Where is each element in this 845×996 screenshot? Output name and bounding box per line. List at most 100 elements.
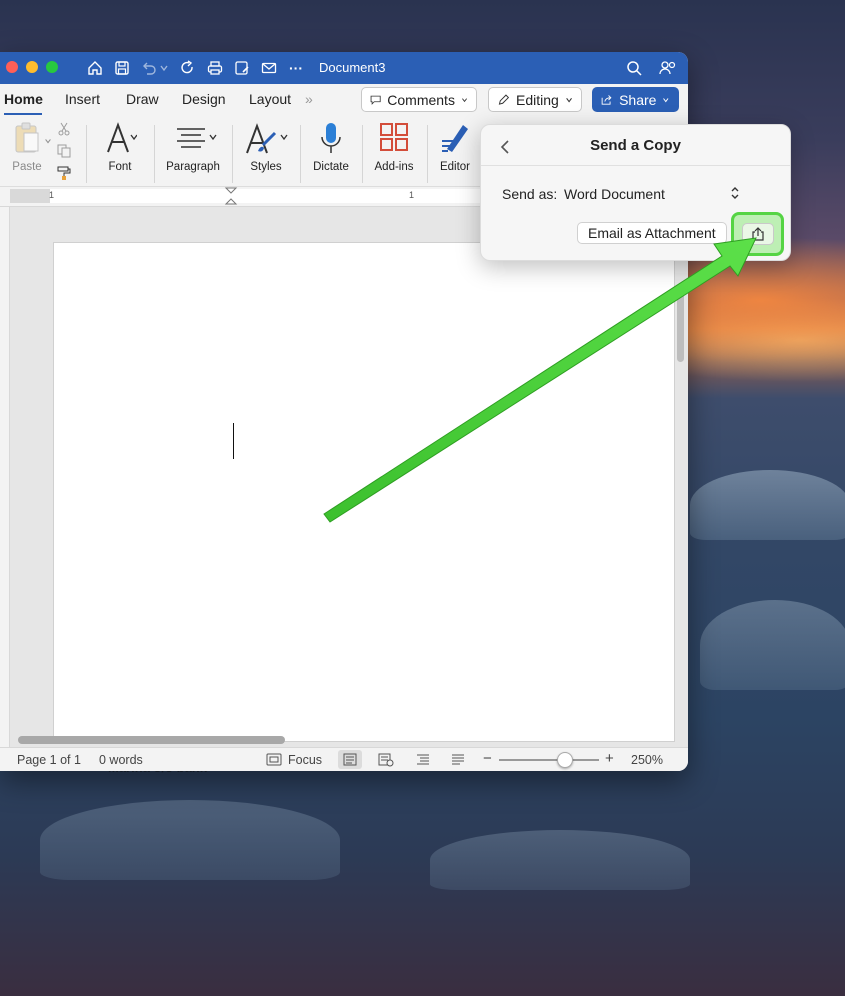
page-count[interactable]: Page 1 of 1: [17, 753, 81, 767]
ribbon-divider: [300, 125, 301, 183]
addins-button[interactable]: Add-ins: [372, 121, 416, 173]
ice-floe: [430, 830, 690, 890]
redo-icon[interactable]: [178, 58, 198, 78]
styles-icon: [246, 123, 288, 154]
active-tab-indicator: [4, 113, 42, 115]
undo-icon[interactable]: [139, 58, 159, 78]
chevron-down-icon: [663, 97, 669, 102]
document-title: Document3: [319, 60, 386, 75]
paragraph-button[interactable]: Paragraph: [165, 121, 221, 173]
share-button[interactable]: Share: [592, 87, 679, 112]
cut-icon[interactable]: [54, 119, 74, 139]
editing-button[interactable]: Editing: [488, 87, 582, 112]
status-bar: Page 1 of 1 0 words Focus − + 250%: [0, 747, 688, 771]
styles-button[interactable]: Styles: [243, 121, 289, 173]
ruler-number: 1: [409, 190, 415, 200]
dictate-button[interactable]: Dictate: [311, 121, 351, 173]
ribbon-divider: [86, 125, 87, 183]
comment-icon: [370, 95, 381, 105]
ice-floe: [690, 470, 845, 540]
email-as-attachment-button[interactable]: Email as Attachment: [577, 222, 727, 244]
title-bar: ··· Document3: [0, 52, 688, 84]
text-cursor: [233, 423, 234, 459]
document-page[interactable]: [53, 242, 675, 742]
save-as-icon[interactable]: [232, 58, 252, 78]
ruler-text-area: [50, 189, 480, 203]
print-icon[interactable]: [205, 58, 225, 78]
editor-pen-icon: [442, 125, 468, 152]
print-layout-view-icon[interactable]: [338, 750, 362, 769]
tab-design[interactable]: Design: [182, 91, 226, 107]
dictate-label: Dictate: [313, 161, 349, 173]
font-button[interactable]: Font: [98, 121, 142, 173]
font-icon: [107, 122, 138, 153]
ice-floe: [700, 600, 845, 690]
editor-label: Editor: [439, 161, 471, 173]
home-icon[interactable]: [85, 58, 105, 78]
tabs-overflow-icon[interactable]: »: [305, 91, 313, 107]
focus-icon[interactable]: [266, 753, 282, 766]
pencil-icon: [498, 93, 510, 105]
ribbon-divider: [427, 125, 428, 183]
document-canvas: [0, 207, 688, 747]
web-layout-view-icon[interactable]: [378, 753, 394, 767]
zoom-level[interactable]: 250%: [631, 753, 663, 767]
ruler-number: 1: [49, 190, 55, 200]
tab-layout[interactable]: Layout: [249, 91, 291, 107]
send-a-copy-popover: Send a Copy Send as: Word Document Email…: [480, 124, 791, 261]
zoom-slider-track[interactable]: [499, 759, 599, 761]
save-icon[interactable]: [112, 58, 132, 78]
close-window-button[interactable]: [6, 61, 18, 73]
share-copy-button[interactable]: [731, 212, 784, 256]
editor-button[interactable]: Editor: [436, 121, 474, 173]
word-count[interactable]: 0 words: [99, 753, 143, 767]
chevron-down-icon: [461, 97, 467, 102]
focus-label[interactable]: Focus: [288, 753, 322, 767]
comments-label: Comments: [387, 91, 455, 108]
ribbon-divider: [362, 125, 363, 183]
updown-chevron-icon[interactable]: [730, 185, 740, 201]
comments-button[interactable]: Comments: [361, 87, 477, 112]
mail-icon[interactable]: [259, 58, 279, 78]
ruler-margin: [10, 189, 50, 203]
tab-draw[interactable]: Draw: [126, 91, 159, 107]
styles-label: Styles: [250, 161, 282, 173]
popover-title: Send a Copy: [590, 137, 681, 154]
microphone-icon: [321, 123, 341, 153]
zoom-slider-thumb[interactable]: [557, 752, 573, 768]
zoom-in-button[interactable]: +: [605, 750, 614, 767]
ribbon-tabs: Home Insert Draw Design Layout »: [0, 84, 688, 117]
vertical-scrollbar[interactable]: [677, 287, 684, 362]
paragraph-icon: [177, 128, 217, 148]
draft-view-icon[interactable]: [450, 753, 466, 767]
send-as-label: Send as:: [502, 186, 558, 202]
people-icon[interactable]: [658, 58, 678, 78]
indent-marker-icon[interactable]: [224, 187, 238, 207]
paragraph-label: Paragraph: [166, 161, 220, 173]
addins-icon: [380, 123, 408, 151]
tab-insert[interactable]: Insert: [65, 91, 100, 107]
search-icon[interactable]: [624, 58, 644, 78]
paste-label: Paste: [12, 161, 42, 173]
chevron-down-icon[interactable]: [157, 58, 171, 78]
send-as-select[interactable]: Word Document: [564, 186, 665, 202]
format-painter-icon[interactable]: [54, 163, 74, 183]
tab-home[interactable]: Home: [4, 91, 43, 107]
vertical-ruler: [0, 207, 10, 747]
font-label: Font: [108, 161, 132, 173]
ribbon-divider: [232, 125, 233, 183]
ribbon-divider: [154, 125, 155, 183]
addins-label: Add-ins: [374, 161, 414, 173]
chevron-down-icon: [566, 97, 572, 103]
minimize-window-button[interactable]: [26, 61, 38, 73]
editing-label: Editing: [516, 91, 559, 108]
share-upload-icon: [751, 227, 764, 241]
horizontal-scrollbar[interactable]: [18, 736, 285, 744]
share-copy-button-face: [741, 223, 774, 245]
more-icon[interactable]: ···: [286, 58, 306, 78]
copy-icon[interactable]: [54, 141, 74, 161]
share-icon: [601, 94, 612, 105]
outline-view-icon[interactable]: [415, 753, 431, 767]
zoom-out-button[interactable]: −: [483, 750, 492, 767]
zoom-window-button[interactable]: [46, 61, 58, 73]
